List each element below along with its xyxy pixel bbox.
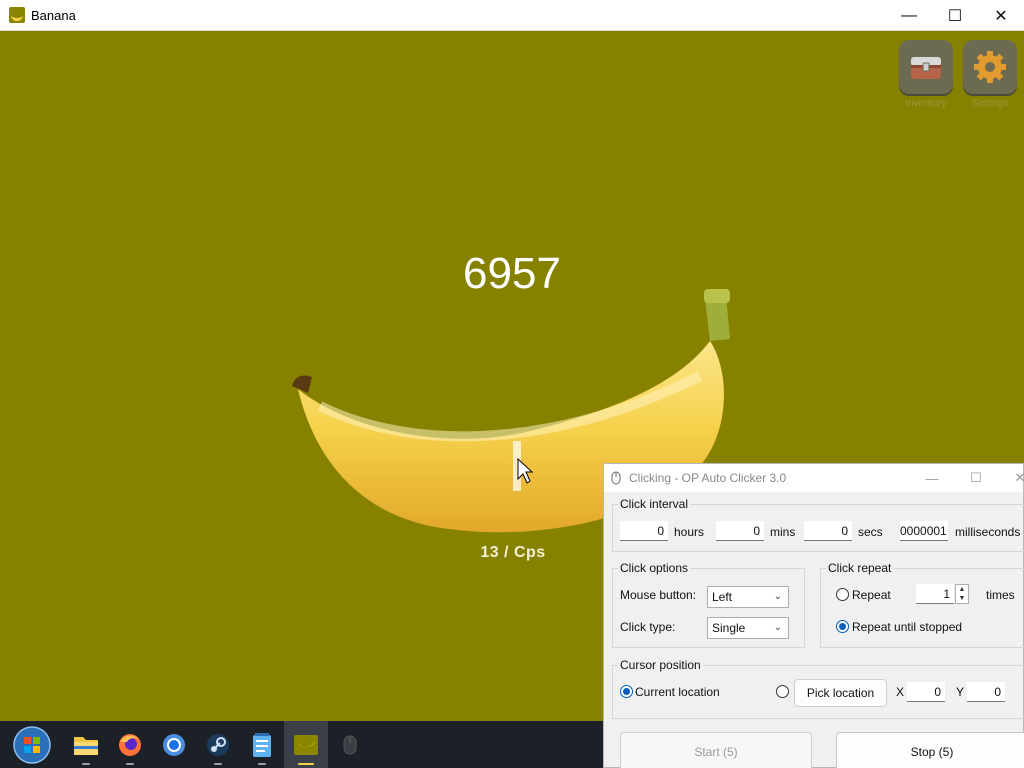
repeat-count-input[interactable]: 1: [916, 584, 954, 604]
mouse-button-label: Mouse button:: [620, 588, 697, 602]
settings-label: Settings: [971, 98, 1009, 109]
start-button[interactable]: Start (5): [620, 732, 812, 768]
milliseconds-label: milliseconds: [955, 525, 1021, 539]
y-coordinate-input[interactable]: 0: [967, 682, 1005, 702]
banana-app-icon: [294, 734, 318, 755]
firefox-icon: [119, 733, 141, 756]
chevron-down-icon: ⌄: [773, 591, 782, 602]
milliseconds-input[interactable]: 0000001: [900, 521, 948, 541]
x-coordinate-input[interactable]: 0: [907, 682, 945, 702]
mouse-button-select[interactable]: Left ⌄: [707, 586, 789, 608]
taskbar-firefox[interactable]: [108, 721, 152, 768]
window-controls: — ☐ ✕: [886, 0, 1024, 31]
click-options-label: Click options: [618, 561, 691, 575]
running-indicator: [214, 763, 222, 765]
taskbar-banana[interactable]: [284, 721, 328, 768]
settings-button[interactable]: [963, 40, 1017, 94]
current-location-radio[interactable]: [620, 685, 633, 698]
mins-input[interactable]: 0: [716, 521, 764, 541]
window-title: Banana: [31, 7, 76, 23]
cursor-position-label: Cursor position: [618, 658, 703, 672]
taskbar-mouse-app[interactable]: [328, 721, 372, 768]
notepad-icon: [253, 732, 271, 757]
repeat-until-stopped-radio[interactable]: [836, 620, 849, 633]
hours-label: hours: [674, 525, 705, 539]
folder-icon: [74, 736, 98, 755]
mins-label: mins: [770, 525, 796, 539]
click-type-value: Single: [712, 621, 746, 635]
running-indicator: [126, 763, 134, 765]
hours-input[interactable]: 0: [620, 521, 668, 541]
running-indicator: [298, 763, 314, 765]
minimize-button[interactable]: —: [912, 464, 952, 492]
repeat-count-spinner[interactable]: ▲ ▼: [955, 584, 969, 604]
repeat-label: Repeat: [852, 588, 891, 602]
chest-icon: [911, 57, 941, 79]
secs-input[interactable]: 0: [804, 521, 852, 541]
mouse-button-value: Left: [712, 590, 733, 604]
chrome-icon: [163, 733, 185, 756]
pick-location-radio[interactable]: [776, 685, 789, 698]
click-type-select[interactable]: Single ⌄: [707, 617, 789, 639]
maximize-button[interactable]: ☐: [956, 464, 996, 492]
stop-button[interactable]: Stop (5): [836, 732, 1024, 768]
x-label: X: [896, 685, 905, 699]
pick-location-button[interactable]: Pick location: [794, 679, 887, 707]
maximize-button[interactable]: ☐: [932, 0, 978, 31]
mouse-icon: [343, 735, 357, 754]
secs-label: secs: [858, 525, 883, 539]
close-button[interactable]: ✕: [1000, 464, 1024, 492]
clicks-per-second: 13 / Cps: [480, 544, 546, 561]
repeat-until-stopped-label: Repeat until stopped: [852, 620, 963, 634]
repeat-radio[interactable]: [836, 588, 849, 601]
chevron-down-icon: ⌄: [773, 622, 782, 633]
auto-clicker-titlebar[interactable]: Clicking - OP Auto Clicker 3.0 — ☐ ✕: [604, 464, 1024, 492]
taskbar-file-explorer[interactable]: [64, 721, 108, 768]
auto-clicker-title: Clicking - OP Auto Clicker 3.0: [629, 471, 787, 485]
steam-icon: [207, 733, 229, 756]
taskbar: [0, 721, 604, 768]
start-button[interactable]: [0, 721, 64, 768]
banana-app-icon: [9, 7, 25, 23]
click-repeat-group: [820, 568, 1024, 648]
taskbar-chrome[interactable]: [152, 721, 196, 768]
mouse-icon: [611, 471, 621, 485]
taskbar-notepad[interactable]: [240, 721, 284, 768]
click-interval-label: Click interval: [618, 497, 691, 511]
y-label: Y: [956, 685, 965, 699]
running-indicator: [258, 763, 266, 765]
inventory-label: Inventory: [905, 98, 947, 109]
close-button[interactable]: ✕: [978, 0, 1024, 31]
gear-icon: [974, 51, 1006, 83]
inventory-button[interactable]: [899, 40, 953, 94]
current-location-label: Current location: [635, 685, 720, 699]
click-type-label: Click type:: [620, 620, 676, 634]
taskbar-steam[interactable]: [196, 721, 240, 768]
click-repeat-label: Click repeat: [826, 561, 894, 575]
running-indicator: [82, 763, 90, 765]
times-label: times: [986, 588, 1015, 602]
window-titlebar[interactable]: Banana — ☐ ✕: [0, 0, 1024, 31]
minimize-button[interactable]: —: [886, 0, 932, 31]
auto-clicker-window: Clicking - OP Auto Clicker 3.0 — ☐ ✕ Cli…: [603, 463, 1024, 768]
windows-orb-icon: [13, 725, 51, 764]
